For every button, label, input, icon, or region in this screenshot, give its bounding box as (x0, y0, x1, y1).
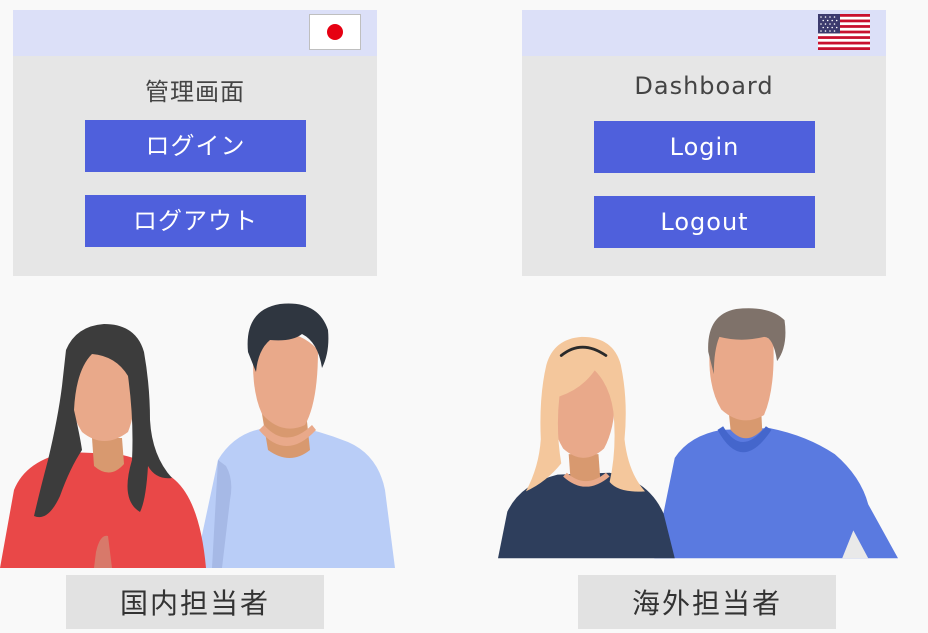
jp-logout-button[interactable]: ログアウト (85, 195, 306, 247)
overseas-staff-illustration (498, 308, 898, 559)
domestic-staff-illustration (0, 303, 395, 568)
woman-figure-blonde (498, 336, 675, 559)
domestic-staff-caption: 国内担当者 (66, 575, 324, 629)
japan-flag-icon[interactable] (309, 14, 361, 50)
jp-panel-title: 管理画面 (145, 78, 245, 106)
us-logout-button[interactable]: Logout (594, 196, 815, 248)
man-figure-light-blue (195, 303, 395, 568)
overseas-staff-caption: 海外担当者 (578, 575, 836, 629)
woman-figure-red (0, 324, 206, 568)
man-figure-blue (654, 308, 898, 559)
jp-admin-panel: 管理画面 ログイン ログアウト (13, 10, 377, 276)
us-panel-title: Dashboard (634, 72, 774, 100)
us-login-button[interactable]: Login (594, 121, 815, 173)
jp-login-button[interactable]: ログイン (85, 120, 306, 172)
us-panel-header (522, 10, 886, 56)
jp-panel-header (13, 10, 377, 56)
usa-flag-icon[interactable] (818, 14, 870, 50)
us-admin-panel: Dashboard Login Logout (522, 10, 886, 276)
